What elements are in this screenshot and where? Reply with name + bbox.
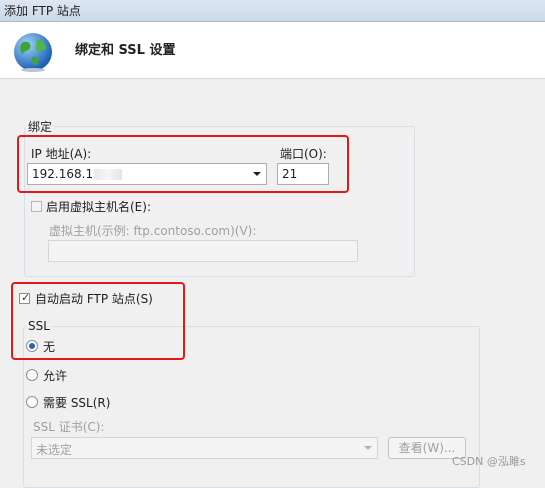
globe-icon — [14, 33, 52, 72]
ssl-require-radio[interactable] — [26, 396, 38, 408]
ssl-allow-radio[interactable] — [26, 369, 38, 381]
ssl-certificate-value: 未选定 — [36, 443, 73, 457]
virtual-host-label: 虚拟主机(示例: ftp.contoso.com)(V): — [49, 224, 257, 238]
ssl-require-label: 需要 SSL(R) — [43, 396, 111, 410]
title-bar: 添加 FTP 站点 — [0, 0, 545, 22]
virtual-host-checkbox[interactable] — [31, 201, 42, 212]
watermark: CSDN @泓雎s — [452, 455, 526, 468]
chevron-down-icon[interactable] — [364, 446, 372, 450]
virtual-host-checkbox-label: 启用虚拟主机名(E): — [46, 200, 151, 214]
window-title: 添加 FTP 站点 — [4, 4, 81, 18]
autostart-ssl-highlight — [11, 282, 185, 360]
ssl-certificate-combobox[interactable]: 未选定 — [31, 437, 378, 459]
wizard-header: 绑定和 SSL 设置 — [0, 22, 545, 79]
binding-group-label: 绑定 — [26, 118, 55, 135]
page-title: 绑定和 SSL 设置 — [75, 43, 176, 58]
ssl-certificate-label: SSL 证书(C): — [33, 420, 105, 434]
ssl-allow-label: 允许 — [43, 369, 68, 383]
ip-port-highlight — [17, 135, 349, 193]
virtual-host-input[interactable] — [48, 240, 358, 262]
